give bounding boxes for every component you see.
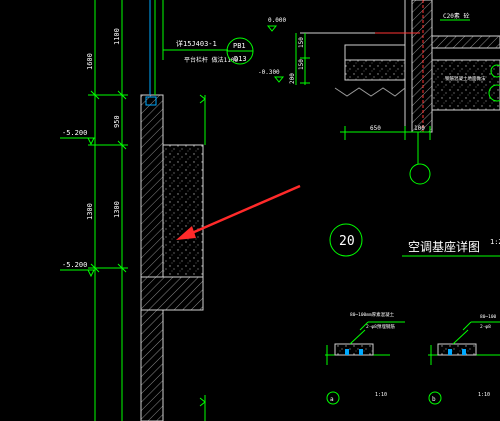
dim-150-a: 150 [298, 37, 305, 48]
dim-200: 200 [289, 73, 296, 84]
dim-950: 950 [113, 115, 121, 128]
dim-1300-a: 1300 [86, 203, 94, 220]
detail-a-scale: 1:10 [375, 392, 387, 398]
dim-1600: 1600 [86, 53, 94, 70]
detail-title: 20 空调基座详图 1:2 [329, 223, 500, 257]
cad-drawing-canvas: 1600 1100 950 1300 1300 -5.200 -5.200 详1… [60, 0, 500, 421]
railing-callout: 详15J403-1 平台栏杆 做法1100 PB1 D13 [162, 30, 254, 65]
detail-number: 20 [339, 234, 355, 249]
mid-level-label: -0.300 [258, 69, 280, 76]
bottom-note-a: 80~100mm厚素混凝土 [350, 311, 395, 318]
detail-b-scale: 1:10 [478, 392, 490, 398]
top-level-label: 0.000 [268, 17, 286, 24]
detail-scale: 1:2 [490, 238, 500, 246]
callout-bubble-top: PB1 [233, 42, 246, 50]
level-marker-upper: -5.200 [60, 129, 95, 146]
bottom-note-b: 80~100 [480, 314, 497, 320]
floor-note: 钢筋混凝土地面做法 [445, 75, 486, 82]
detail-title-text: 空调基座详图 [408, 239, 480, 254]
detail-a-letter: a [330, 396, 334, 403]
dim-1300-b: 1300 [113, 201, 121, 218]
axis-bubble [409, 163, 431, 185]
dim-650: 650 [370, 125, 381, 132]
left-dimension-chain [88, 0, 128, 421]
bottom-note-a-sub: 2-φ8预埋钢筋 [366, 323, 395, 330]
dim-100: 100 [414, 125, 425, 132]
callout-ref-text: 详15J403-1 [176, 39, 217, 48]
dim-150-b: 150 [298, 59, 305, 70]
level-label-upper: -5.200 [62, 129, 87, 137]
callout-bubble-bottom: D13 [234, 55, 247, 63]
base-detail-top-right: 0.000 -0.300 C20素 砼 150 150 200 650 100 … [258, 0, 500, 185]
level-label-lower: -5.200 [62, 261, 87, 269]
bottom-detail-a: 80~100mm厚素混凝土 2-φ8预埋钢筋 a 1:10 [325, 311, 405, 405]
dim-1100: 1100 [113, 28, 121, 45]
concrete-label: C20素 砼 [443, 12, 469, 20]
detail-b-letter: b [432, 396, 436, 403]
bottom-detail-b: 80~100 2-φ8 b 1:10 [428, 314, 500, 405]
bottom-note-b-sub: 2-φ8 [480, 324, 491, 330]
